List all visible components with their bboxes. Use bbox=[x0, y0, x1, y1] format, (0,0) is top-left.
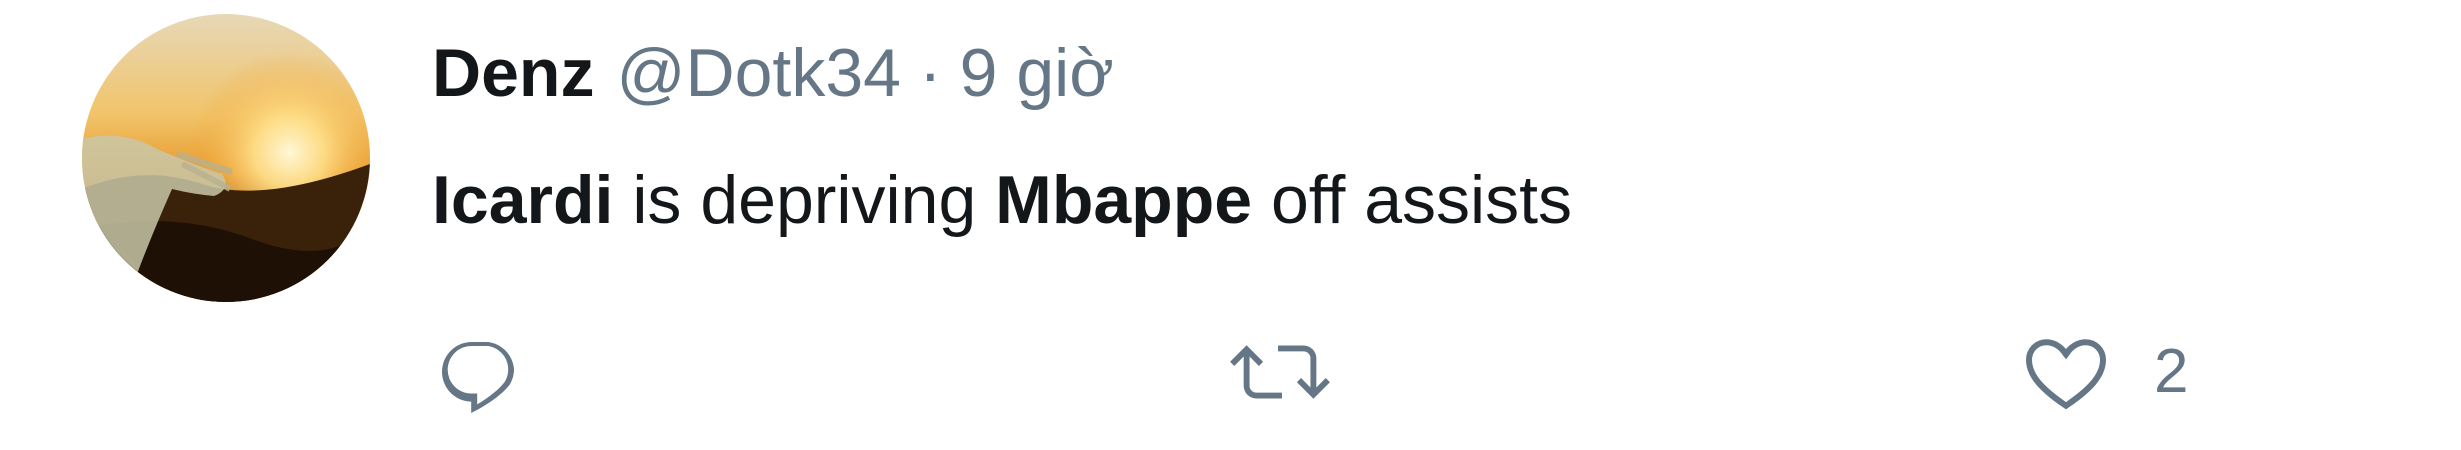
tweet: Denz @Dotk34 · 9 giờ Icardi is depriving… bbox=[0, 0, 2461, 450]
header-separator: · bbox=[918, 35, 942, 111]
like-button[interactable]: 2 bbox=[2018, 322, 2188, 422]
tweet-timestamp[interactable]: 9 giờ bbox=[960, 28, 1114, 118]
mention-icardi: Icardi bbox=[432, 162, 614, 238]
retweet-icon bbox=[1230, 345, 1330, 399]
tweet-text-segment-end: off assists bbox=[1252, 162, 1573, 238]
retweet-button[interactable] bbox=[1225, 322, 1335, 422]
mention-mbappe: Mbappe bbox=[995, 162, 1253, 238]
avatar-image bbox=[82, 14, 370, 302]
tweet-header: Denz @Dotk34 · 9 giờ bbox=[432, 28, 1114, 118]
heart-icon bbox=[2026, 339, 2106, 410]
tweet-text: Icardi is depriving Mbappe off assists bbox=[432, 155, 1572, 245]
author-display-name[interactable]: Denz bbox=[432, 28, 594, 118]
tweet-text-segment: is depriving bbox=[613, 162, 996, 238]
reply-button[interactable] bbox=[432, 322, 528, 422]
author-handle[interactable]: @Dotk34 bbox=[616, 28, 900, 118]
like-count: 2 bbox=[2154, 337, 2189, 406]
reply-icon bbox=[442, 342, 514, 413]
avatar[interactable] bbox=[82, 14, 370, 302]
